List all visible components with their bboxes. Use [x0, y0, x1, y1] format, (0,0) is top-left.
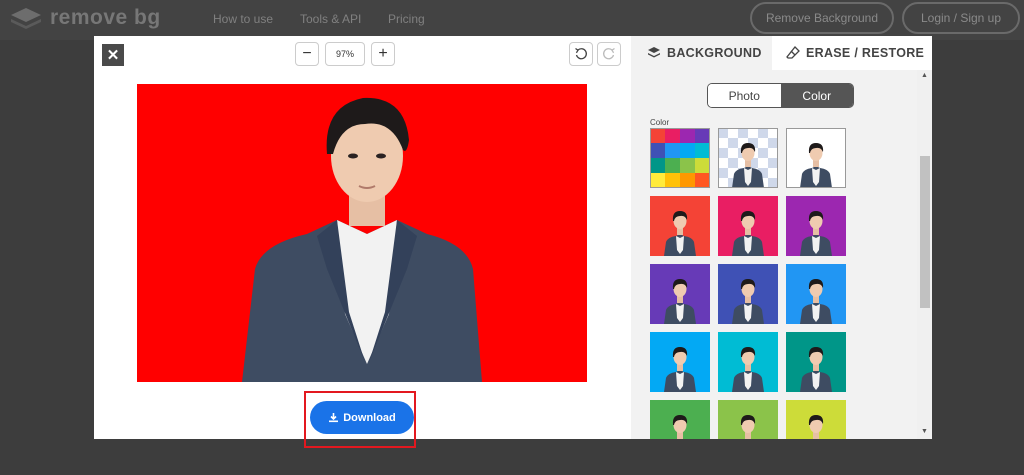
redo-button[interactable]	[597, 42, 621, 66]
portrait-image	[137, 84, 587, 382]
close-button[interactable]: ✕	[102, 44, 124, 66]
swatch-color[interactable]	[650, 400, 710, 439]
swatch-color[interactable]	[718, 196, 778, 256]
undo-icon	[575, 47, 587, 60]
swatch-color[interactable]	[786, 128, 846, 188]
toggle-color[interactable]: Color	[780, 84, 853, 107]
zoom-in-button[interactable]: +	[371, 42, 395, 66]
swatch-transparent[interactable]	[718, 128, 778, 188]
tab-erase-restore-label: ERASE / RESTORE	[806, 46, 925, 60]
tab-background-label: BACKGROUND	[667, 46, 762, 60]
zoom-controls: − 97% +	[295, 42, 395, 66]
swatch-color[interactable]	[786, 400, 846, 439]
zoom-level[interactable]: 97%	[325, 42, 365, 66]
close-icon: ✕	[106, 47, 120, 64]
swatch-palette[interactable]	[650, 128, 710, 188]
tab-background[interactable]: BACKGROUND	[631, 36, 772, 70]
photo-color-toggle: Photo Color	[707, 83, 854, 108]
undo-button[interactable]	[569, 42, 593, 66]
swatch-color[interactable]	[786, 264, 846, 324]
minus-icon: −	[302, 45, 312, 62]
scroll-down-icon[interactable]: ▼	[919, 428, 930, 438]
swatch-color[interactable]	[650, 264, 710, 324]
remove-background-button[interactable]: Remove Background	[750, 2, 894, 34]
zoom-out-button[interactable]: −	[295, 42, 319, 66]
swatch-color[interactable]	[718, 332, 778, 392]
nav-link-tools-api[interactable]: Tools & API	[300, 12, 361, 26]
image-canvas[interactable]	[137, 84, 587, 382]
swatch-color[interactable]	[718, 400, 778, 439]
panel-scrollbar-thumb[interactable]	[920, 156, 930, 308]
top-nav: remove bg How to use Tools & API Pricing…	[0, 0, 1024, 40]
tab-erase-restore[interactable]: ERASE / RESTORE	[772, 36, 932, 70]
eraser-icon	[786, 46, 800, 59]
swatch-color[interactable]	[718, 264, 778, 324]
nav-link-how-to-use[interactable]: How to use	[213, 12, 273, 26]
logo[interactable]: remove bg	[10, 6, 161, 30]
download-highlight-box	[304, 391, 416, 448]
logo-icon	[11, 8, 41, 29]
logo-text: remove bg	[50, 6, 161, 29]
login-signup-button[interactable]: Login / Sign up	[902, 2, 1020, 34]
swatch-color[interactable]	[786, 196, 846, 256]
color-section-label: Color	[650, 118, 670, 127]
plus-icon: +	[378, 45, 388, 62]
background-panel: BACKGROUND ERASE / RESTORE Photo Color C…	[631, 36, 932, 439]
toggle-photo[interactable]: Photo	[708, 84, 781, 107]
scroll-up-icon[interactable]: ▲	[919, 72, 930, 82]
swatch-color[interactable]	[650, 196, 710, 256]
swatch-color[interactable]	[786, 332, 846, 392]
layers-icon	[648, 47, 660, 58]
swatch-color[interactable]	[650, 332, 710, 392]
redo-icon	[603, 47, 615, 60]
nav-link-pricing[interactable]: Pricing	[388, 12, 425, 26]
editor-modal: ✕ − 97% + Download BACKGROUND ERASE / RE…	[94, 36, 932, 439]
